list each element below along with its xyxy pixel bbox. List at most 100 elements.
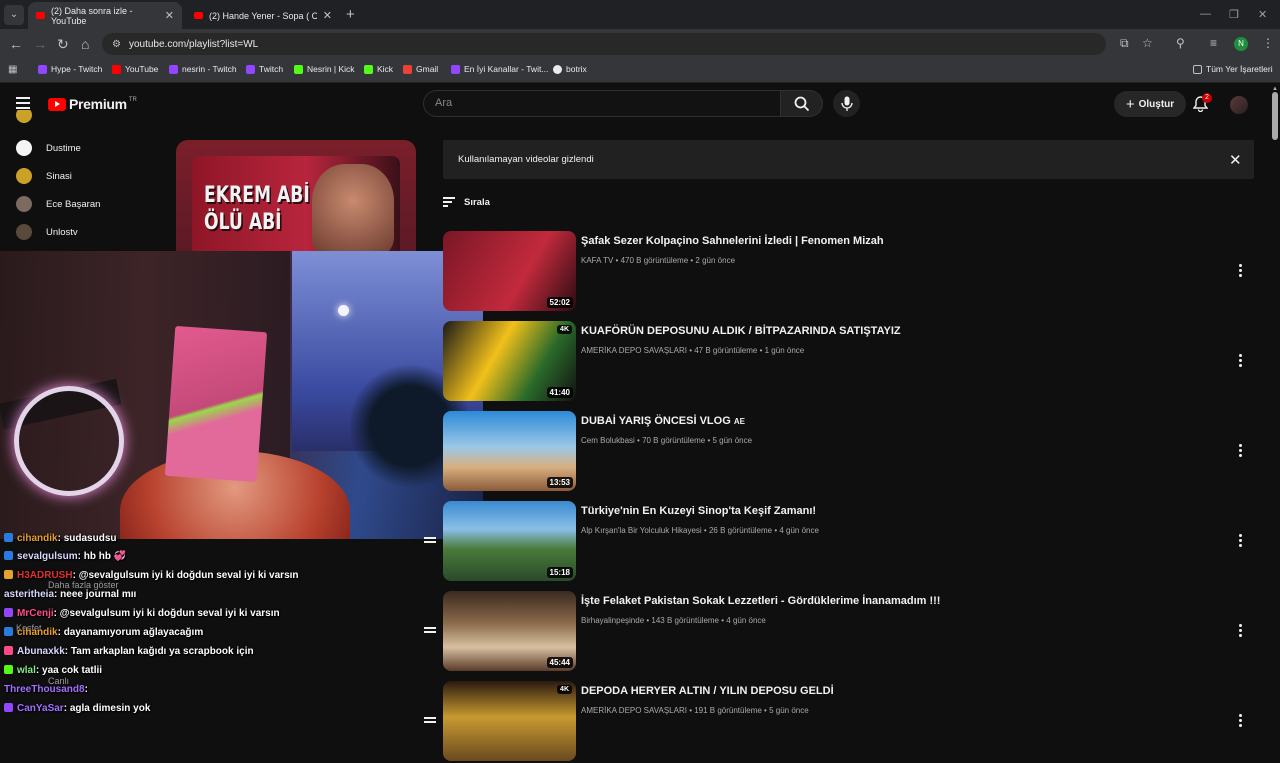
video-thumbnail[interactable]: 13:53 [443,411,576,491]
bookmark-gmail[interactable]: Gmail [403,64,438,74]
new-tab-icon[interactable]: + [346,6,355,23]
channel-name[interactable]: AMERİKA DEPO SAVAŞLARI [581,346,687,355]
playlist-cover-thumbnail[interactable]: EKREM ABİ ÖLÜ ABİ [192,156,400,252]
site-info-icon[interactable]: ⚙ [112,39,121,50]
video-thumbnail[interactable]: 4K 41:40 [443,321,576,401]
playlist-video-row[interactable]: 15:18 Türkiye'nin En Kuzeyi Sinop'ta Keş… [443,501,1258,583]
video-thumbnail[interactable]: 4K [443,681,576,761]
sidebar-item-partial[interactable] [12,110,162,128]
video-title-link[interactable]: Şafak Sezer Kolpaçino Sahnelerini İzledi… [581,235,884,247]
more-actions-icon[interactable] [1239,264,1243,279]
chat-username[interactable]: MrCenji [17,608,54,619]
channel-avatar [16,110,32,123]
chat-message: MrCenji: @sevalgulsum iyi ki doğdun seva… [4,608,280,619]
bookmark-best-channels[interactable]: En İyi Kanallar - Twit... [451,64,548,74]
drag-handle-icon[interactable] [424,537,436,545]
bookmark-nesrin-kick[interactable]: Nesrin | Kick [294,64,355,74]
tab-search-icon[interactable]: ⌄ [4,5,24,25]
browser-menu-icon[interactable]: ⋮ [1262,36,1274,50]
sidebar-item-label: Ece Başaran [46,198,101,210]
sidebar-item-dustime[interactable]: Dustime [12,136,162,160]
more-actions-icon[interactable] [1239,714,1243,729]
more-actions-icon[interactable] [1239,354,1243,369]
plus-icon: + [1125,95,1135,113]
chat-username[interactable]: cihandik [17,627,58,638]
channel-name[interactable]: AMERİKA DEPO SAVAŞLARI [581,706,687,715]
chat-username[interactable]: H3ADRUSH [17,570,73,581]
back-icon[interactable]: ← [9,36,23,52]
chat-separator: : [63,703,68,714]
search-input[interactable]: Ara [423,90,781,117]
close-tab-icon[interactable]: ✕ [323,9,332,22]
all-bookmarks-folder[interactable]: Tüm Yer İşaretleri [1193,64,1273,74]
channel-name[interactable]: Birhayalinpeşinde [581,616,644,625]
install-app-icon[interactable]: ⧉ [1120,36,1129,51]
drag-handle-icon[interactable] [424,627,436,635]
video-title-link[interactable]: DUBAİ YARIŞ ÖNCESİ VLOG AE [581,415,745,427]
playlist-video-row[interactable]: 4K 41:40 KUAFÖRÜN DEPOSUNU ALDIK / BİTPAZ… [443,321,1258,403]
drag-handle-icon[interactable] [424,717,436,725]
sidebar-item-ece-basaran[interactable]: Ece Başaran [12,192,162,216]
video-title-link[interactable]: Türkiye'nin En Kuzeyi Sinop'ta Keşif Zam… [581,505,816,517]
kick-icon [294,64,303,74]
search-button[interactable] [781,90,823,117]
channel-name[interactable]: Alp Kırşan'la Bir Yolculuk Hikayesi [581,526,702,535]
more-actions-icon[interactable] [1239,444,1243,459]
apps-grid-icon[interactable]: ▦ [8,64,17,75]
profile-avatar[interactable]: N [1234,37,1248,51]
playlist-video-row[interactable]: 13:53 DUBAİ YARIŞ ÖNCESİ VLOG AE Cem Bol… [443,411,1258,493]
reload-icon[interactable]: ↻ [57,36,69,53]
channel-avatar [16,196,32,212]
minimize-icon[interactable]: — [1200,8,1211,20]
video-thumbnail[interactable]: 15:18 [443,501,576,581]
chat-username[interactable]: CanYaSar [17,703,64,714]
close-icon[interactable]: ✕ [1229,151,1242,169]
address-bar[interactable]: ⚙ youtube.com/playlist?list=WL [102,33,1106,55]
chat-username[interactable]: asteritheia [4,589,54,600]
chat-username[interactable]: wlal [17,665,36,676]
bookmark-star-icon[interactable]: ☆ [1142,36,1153,50]
bookmark-hype-twitch[interactable]: Hype - Twitch [38,64,102,74]
voice-search-button[interactable] [833,90,860,117]
home-icon[interactable]: ⌂ [81,36,89,52]
bookmark-botrix[interactable]: botrix [553,64,587,74]
video-title-link[interactable]: DEPODA HERYER ALTIN / YILIN DEPOSU GELDİ [581,685,834,697]
media-control-icon[interactable]: ≡ [1210,36,1217,50]
forward-icon[interactable]: → [33,36,47,52]
tab-hande-yener[interactable]: (2) Hande Yener - Sopa ( Club R ✕ [186,2,340,29]
bookmark-youtube[interactable]: YouTube [112,64,158,74]
more-actions-icon[interactable] [1239,624,1243,639]
channel-name[interactable]: KAFA TV [581,256,613,265]
close-tab-icon[interactable]: ✕ [165,9,174,22]
cover-line-2: ÖLÜ ABİ [204,210,282,235]
bookmark-twitch[interactable]: Twitch [246,64,283,74]
video-title-link[interactable]: KUAFÖRÜN DEPOSUNU ALDIK / BİTPAZARINDA S… [581,325,901,337]
bookmark-kick[interactable]: Kick [364,64,393,74]
close-window-icon[interactable]: ✕ [1258,8,1267,21]
extensions-icon[interactable]: ⚲ [1176,36,1185,50]
sort-button[interactable]: Sırala [443,197,490,209]
chat-username[interactable]: ThreeThousand8 [4,684,85,695]
chat-username[interactable]: Abunaxkk [17,646,65,657]
maximize-icon[interactable]: ❐ [1229,8,1239,21]
tab-watch-later[interactable]: (2) Daha sonra izle - YouTube ✕ [28,2,182,29]
playlist-video-row[interactable]: 45:44 İşte Felaket Pakistan Sokak Lezzet… [443,591,1258,673]
sidebar-item-sinasi[interactable]: Sinasi [12,164,162,188]
video-title-link[interactable]: İşte Felaket Pakistan Sokak Lezzetleri -… [581,595,940,607]
chat-separator: : [35,665,40,676]
chat-username[interactable]: sevalgulsum [17,551,78,562]
account-avatar[interactable] [1230,96,1248,114]
video-thumbnail[interactable]: 52:02 [443,231,576,311]
playlist-video-row[interactable]: 4K DEPODA HERYER ALTIN / YILIN DEPOSU GE… [443,681,1258,763]
channel-name[interactable]: Cem Bolukbasi [581,436,635,445]
create-button[interactable]: + Oluştur [1114,91,1186,117]
view-count: 191 B görüntüleme [694,706,762,715]
more-actions-icon[interactable] [1239,534,1243,549]
video-thumbnail[interactable]: 45:44 [443,591,576,671]
scrollbar-thumb[interactable] [1272,92,1278,140]
sidebar-item-unlostv[interactable]: Unlostv [12,220,162,244]
chat-badge-icon [4,627,13,636]
chat-username[interactable]: cihandik [17,533,58,544]
bookmark-nesrin-twitch[interactable]: nesrin - Twitch [169,64,237,74]
playlist-video-row[interactable]: 52:02 Şafak Sezer Kolpaçino Sahnelerini … [443,231,1258,313]
